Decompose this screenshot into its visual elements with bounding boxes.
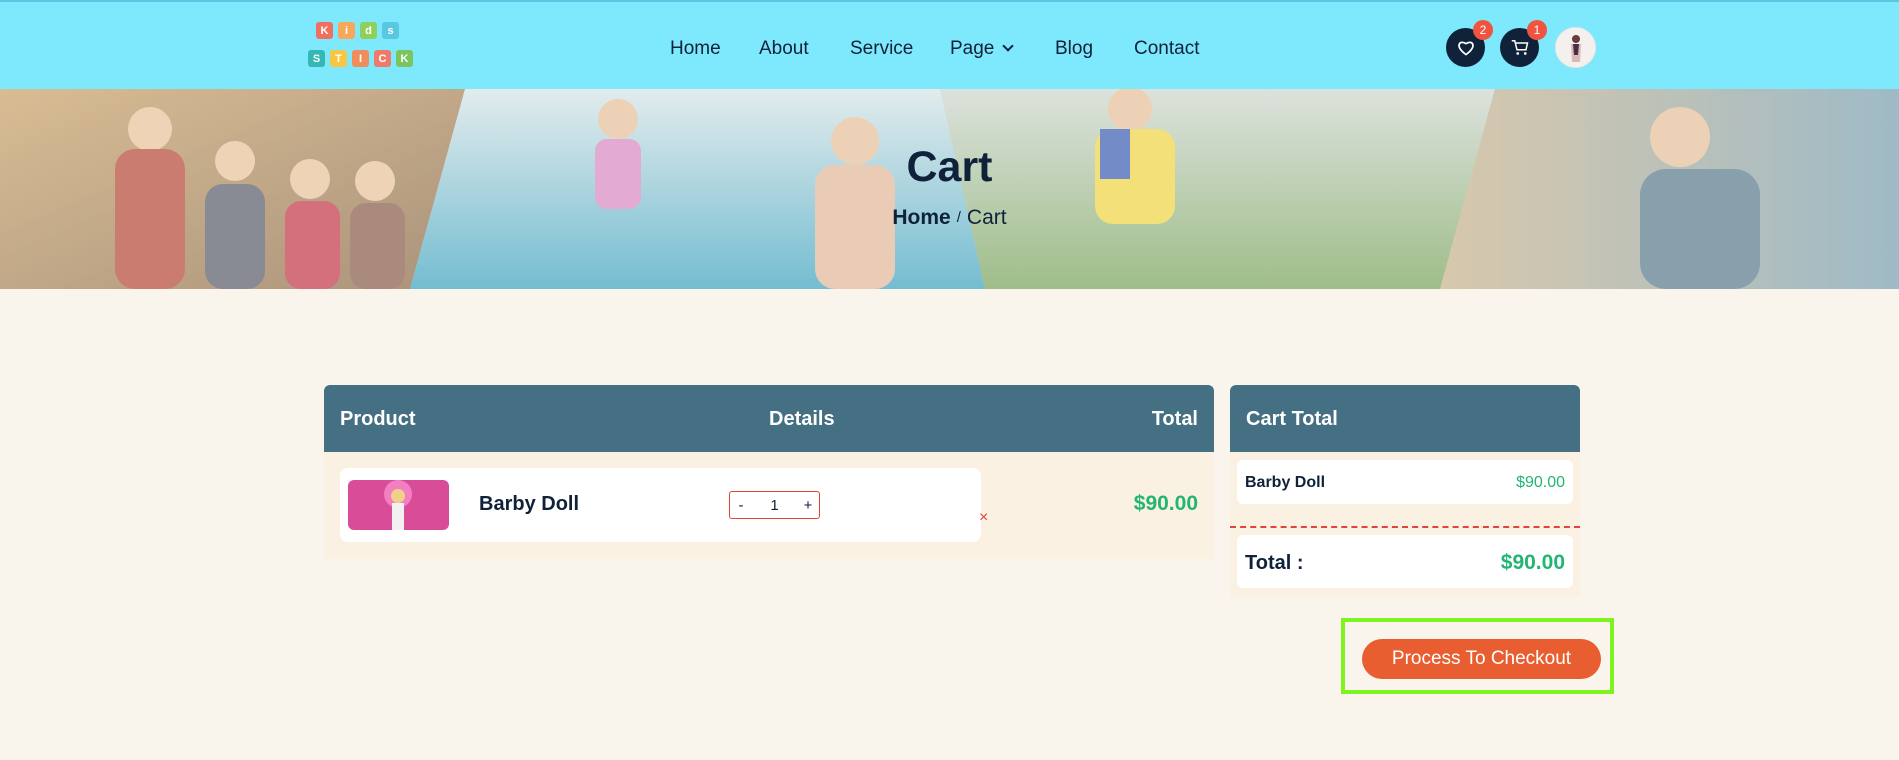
quantity-stepper: - 1 + <box>729 491 820 519</box>
site-header: K i d s S T I C K Home About Service Pag… <box>0 0 1899 89</box>
product-thumbnail[interactable] <box>348 480 449 530</box>
cart-icon <box>1511 40 1528 55</box>
chevron-down-icon <box>1002 40 1015 52</box>
logo-letter: d <box>360 22 377 39</box>
logo-letter: s <box>382 22 399 39</box>
nav-blog[interactable]: Blog <box>1055 38 1093 60</box>
wishlist-button[interactable]: 2 <box>1446 20 1493 67</box>
logo-letter: I <box>352 50 369 67</box>
dashed-divider <box>1230 526 1580 528</box>
nav-page-label: Page <box>950 38 995 59</box>
heart-icon <box>1457 41 1474 56</box>
summary-line-name: Barby Doll <box>1245 474 1326 491</box>
kids-stick-logo[interactable]: K i d s S T I C K <box>308 20 413 76</box>
item-total: $90.00 <box>1133 492 1198 515</box>
qty-decrement-button[interactable]: - <box>730 497 752 514</box>
grand-total-value: $90.00 <box>1500 551 1565 574</box>
qty-value[interactable]: 1 <box>752 497 797 514</box>
cart-count-badge: 1 <box>1527 20 1547 40</box>
cart-table-body: Barby Doll - 1 + × $90.00 <box>324 452 1214 559</box>
cart-table: Product Details Total Barby Doll - 1 + ×… <box>324 385 1214 559</box>
cart-total-title: Cart Total <box>1246 408 1338 430</box>
logo-letter: C <box>374 50 391 67</box>
col-details: Details <box>769 408 835 430</box>
doll-image <box>348 480 449 530</box>
nav-service[interactable]: Service <box>850 38 913 60</box>
logo-letter: T <box>330 50 347 67</box>
cart-button[interactable]: 1 <box>1500 20 1547 67</box>
cart-total-body: Barby Doll $90.00 Total : $90.00 <box>1230 452 1580 597</box>
cart-table-header: Product Details Total <box>324 385 1214 452</box>
page-banner: Cart Home / Cart <box>0 89 1899 289</box>
checkout-button[interactable]: Process To Checkout <box>1362 639 1601 679</box>
col-total: Total <box>1151 408 1198 430</box>
nav-home[interactable]: Home <box>670 38 721 60</box>
remove-item-icon[interactable]: × <box>979 509 988 527</box>
breadcrumb-home[interactable]: Home <box>892 206 950 229</box>
breadcrumb: Home / Cart <box>0 206 1899 230</box>
cart-item-row: Barby Doll - 1 + × <box>340 468 988 542</box>
user-avatar[interactable] <box>1555 27 1596 68</box>
summary-line-value: $90.00 <box>1516 474 1565 491</box>
nav-contact[interactable]: Contact <box>1134 38 1199 60</box>
checkout-highlight: Process To Checkout <box>1341 618 1614 694</box>
grand-total-label: Total : <box>1245 552 1304 574</box>
grand-total: Total : $90.00 <box>1237 535 1573 588</box>
cart-total-header: Cart Total <box>1230 385 1580 452</box>
logo-letter: K <box>396 50 413 67</box>
breadcrumb-separator: / <box>956 209 961 226</box>
qty-increment-button[interactable]: + <box>797 497 819 514</box>
logo-letter: K <box>316 22 333 39</box>
nav-page[interactable]: Page <box>950 38 1015 60</box>
product-name[interactable]: Barby Doll <box>479 493 579 516</box>
col-product: Product <box>340 408 416 430</box>
breadcrumb-current: Cart <box>966 206 1007 229</box>
logo-letter: S <box>308 50 325 67</box>
cart-total-panel: Cart Total Barby Doll $90.00 Total : $90… <box>1230 385 1580 597</box>
nav-about[interactable]: About <box>759 38 809 60</box>
avatar-image <box>1556 28 1595 67</box>
wishlist-count-badge: 2 <box>1473 20 1493 40</box>
logo-letter: i <box>338 22 355 39</box>
page-title: Cart <box>906 143 993 191</box>
summary-line: Barby Doll $90.00 <box>1237 460 1573 504</box>
